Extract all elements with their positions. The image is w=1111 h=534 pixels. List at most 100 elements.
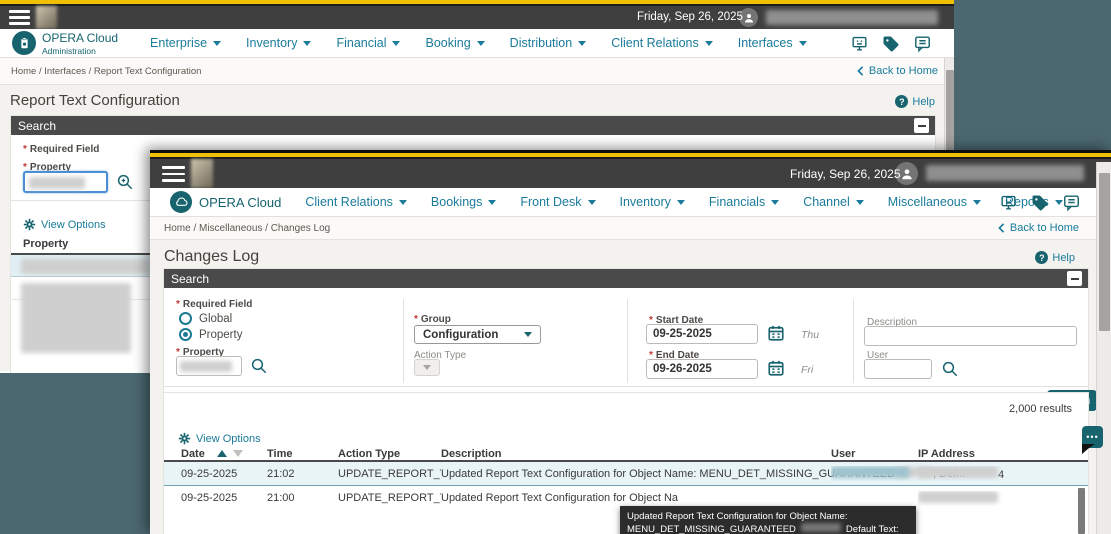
column-header-user[interactable]: User xyxy=(831,448,918,460)
hamburger-menu-icon[interactable] xyxy=(162,166,185,182)
group-select[interactable]: Configuration xyxy=(414,325,541,344)
nav-item-channel[interactable]: Channel xyxy=(803,195,864,209)
radio-global[interactable]: Global xyxy=(179,312,232,325)
view-options-link[interactable]: View Options xyxy=(178,432,261,445)
nav-item-inventory[interactable]: Inventory xyxy=(620,195,685,209)
back-to-home-link[interactable]: Back to Home xyxy=(857,65,938,77)
chat-icon[interactable] xyxy=(913,34,932,53)
redacted-ip xyxy=(918,466,998,478)
start-date-input[interactable] xyxy=(646,324,758,344)
user-input[interactable] xyxy=(864,359,932,379)
collapse-search-button[interactable] xyxy=(1067,271,1082,286)
description-input[interactable] xyxy=(864,326,1077,346)
redacted-username xyxy=(926,165,1084,181)
table-scrollbar-thumb[interactable] xyxy=(1078,488,1085,534)
opera-admin-logo[interactable] xyxy=(12,31,36,55)
back-to-home-label: Back to Home xyxy=(868,65,938,77)
nav-item-financials[interactable]: Financials xyxy=(709,195,780,209)
chevron-down-icon xyxy=(423,364,431,374)
column-header-description[interactable]: Description xyxy=(441,448,831,460)
column-divider xyxy=(403,299,404,383)
calendar-icon[interactable] xyxy=(767,359,785,377)
brand-text[interactable]: OPERA Cloud Administration xyxy=(42,32,118,55)
opera-cloud-logo[interactable] xyxy=(170,191,192,213)
cell-action-type: UPDATE_REPORT_TEXT_... xyxy=(338,492,441,504)
nav-item-distribution[interactable]: Distribution xyxy=(510,36,587,50)
search-icon[interactable] xyxy=(116,173,134,191)
workstation-icon[interactable] xyxy=(850,34,869,53)
chat-icon[interactable] xyxy=(1062,193,1081,212)
minus-icon xyxy=(917,124,926,127)
help-link[interactable]: ? Help xyxy=(1035,251,1075,264)
collapse-search-button[interactable] xyxy=(914,118,929,133)
desktop: Friday, Sep 26, 2025 OPERA Cloud Adminis… xyxy=(0,0,1111,534)
workstation-icon[interactable] xyxy=(999,193,1018,212)
nav-item-label: Interfaces xyxy=(737,36,793,50)
cell-action-type: UPDATE_REPORT_TEXT_... xyxy=(338,467,441,480)
end-date-input[interactable] xyxy=(646,359,758,379)
minus-icon xyxy=(1070,277,1079,280)
cell-ip-address: 4 xyxy=(918,466,1088,481)
user-avatar-icon[interactable] xyxy=(895,162,918,185)
window-scrollbar[interactable] xyxy=(1096,162,1111,534)
hamburger-menu-icon[interactable] xyxy=(9,10,30,25)
app-header-bar: Friday, Sep 26, 2025 xyxy=(150,159,1111,188)
cell-date: 09-25-2025 xyxy=(181,467,238,480)
radio-property[interactable]: Property xyxy=(179,328,242,341)
brand-name[interactable]: OPERA Cloud xyxy=(199,195,281,210)
redacted-property-value xyxy=(180,361,232,372)
user-avatar-icon[interactable] xyxy=(739,8,758,27)
nav-items: Client Relations Bookings Front Desk Inv… xyxy=(305,195,1063,209)
redacted-tooltip-part xyxy=(800,523,841,532)
column-header-action-type[interactable]: Action Type xyxy=(338,448,441,460)
radio-icon-selected xyxy=(179,328,192,341)
group-select-value: Configuration xyxy=(423,328,499,341)
nav-items: Enterprise Inventory Financial Booking D… xyxy=(150,36,807,50)
property-input[interactable] xyxy=(176,356,242,376)
nav-item-label: Miscellaneous xyxy=(887,195,967,209)
radio-icon xyxy=(179,312,192,325)
help-link[interactable]: ? Help xyxy=(895,95,935,108)
page-title: Changes Log xyxy=(164,248,260,265)
column-header-ip-address[interactable]: IP Address xyxy=(918,448,1088,460)
search-icon[interactable] xyxy=(250,357,268,375)
nav-item-front-desk[interactable]: Front Desk xyxy=(520,195,596,209)
more-options-icon[interactable]: ••• xyxy=(1082,426,1103,454)
column-header-time[interactable]: Time xyxy=(267,448,338,460)
nav-item-bookings[interactable]: Bookings xyxy=(431,195,497,209)
nav-item-miscellaneous[interactable]: Miscellaneous xyxy=(888,195,981,209)
search-panel-header: Search xyxy=(164,269,1088,288)
tag-icon[interactable] xyxy=(882,35,900,53)
tag-icon[interactable] xyxy=(1031,194,1049,212)
sort-asc-icon[interactable] xyxy=(216,445,227,457)
search-icon[interactable] xyxy=(941,360,959,378)
breadcrumb-bar: Home / Miscellaneous / Changes Log Back … xyxy=(150,217,1111,240)
tooltip-line-1: Updated Report Text Configuration for Ob… xyxy=(627,511,848,522)
nav-utility-icons xyxy=(999,193,1081,212)
property-input[interactable] xyxy=(23,171,108,193)
breadcrumb[interactable]: Home / Miscellaneous / Changes Log xyxy=(164,223,330,234)
view-options-label: View Options xyxy=(196,432,261,445)
redacted-header-thumbnail xyxy=(191,159,213,188)
redacted-header-thumbnail xyxy=(36,6,57,29)
nav-item-label: Client Relations xyxy=(305,195,393,209)
scrollbar-thumb[interactable] xyxy=(1099,173,1110,331)
breadcrumb[interactable]: Home / Interfaces / Report Text Configur… xyxy=(11,66,201,77)
column-header-property: Property xyxy=(23,238,69,250)
back-to-home-link[interactable]: Back to Home xyxy=(998,222,1079,234)
sort-desc-icon[interactable] xyxy=(232,450,243,462)
nav-item-label: Inventory xyxy=(619,195,671,209)
nav-item-inventory[interactable]: Inventory xyxy=(246,36,312,50)
nav-item-financial[interactable]: Financial xyxy=(336,36,401,50)
nav-item-client-relations[interactable]: Client Relations xyxy=(611,36,713,50)
view-options-link[interactable]: View Options xyxy=(23,218,106,231)
nav-item-interfaces[interactable]: Interfaces xyxy=(738,36,807,50)
nav-item-label: Distribution xyxy=(509,36,573,50)
calendar-icon[interactable] xyxy=(767,324,785,342)
nav-item-client-relations[interactable]: Client Relations xyxy=(305,195,407,209)
table-row-selected[interactable]: 09-25-2025 21:02 UPDATE_REPORT_TEXT_... … xyxy=(164,462,1088,486)
nav-item-booking[interactable]: Booking xyxy=(425,36,485,50)
column-header-date[interactable]: Date xyxy=(181,445,267,462)
view-options-label: View Options xyxy=(41,218,106,231)
nav-item-enterprise[interactable]: Enterprise xyxy=(150,36,222,50)
